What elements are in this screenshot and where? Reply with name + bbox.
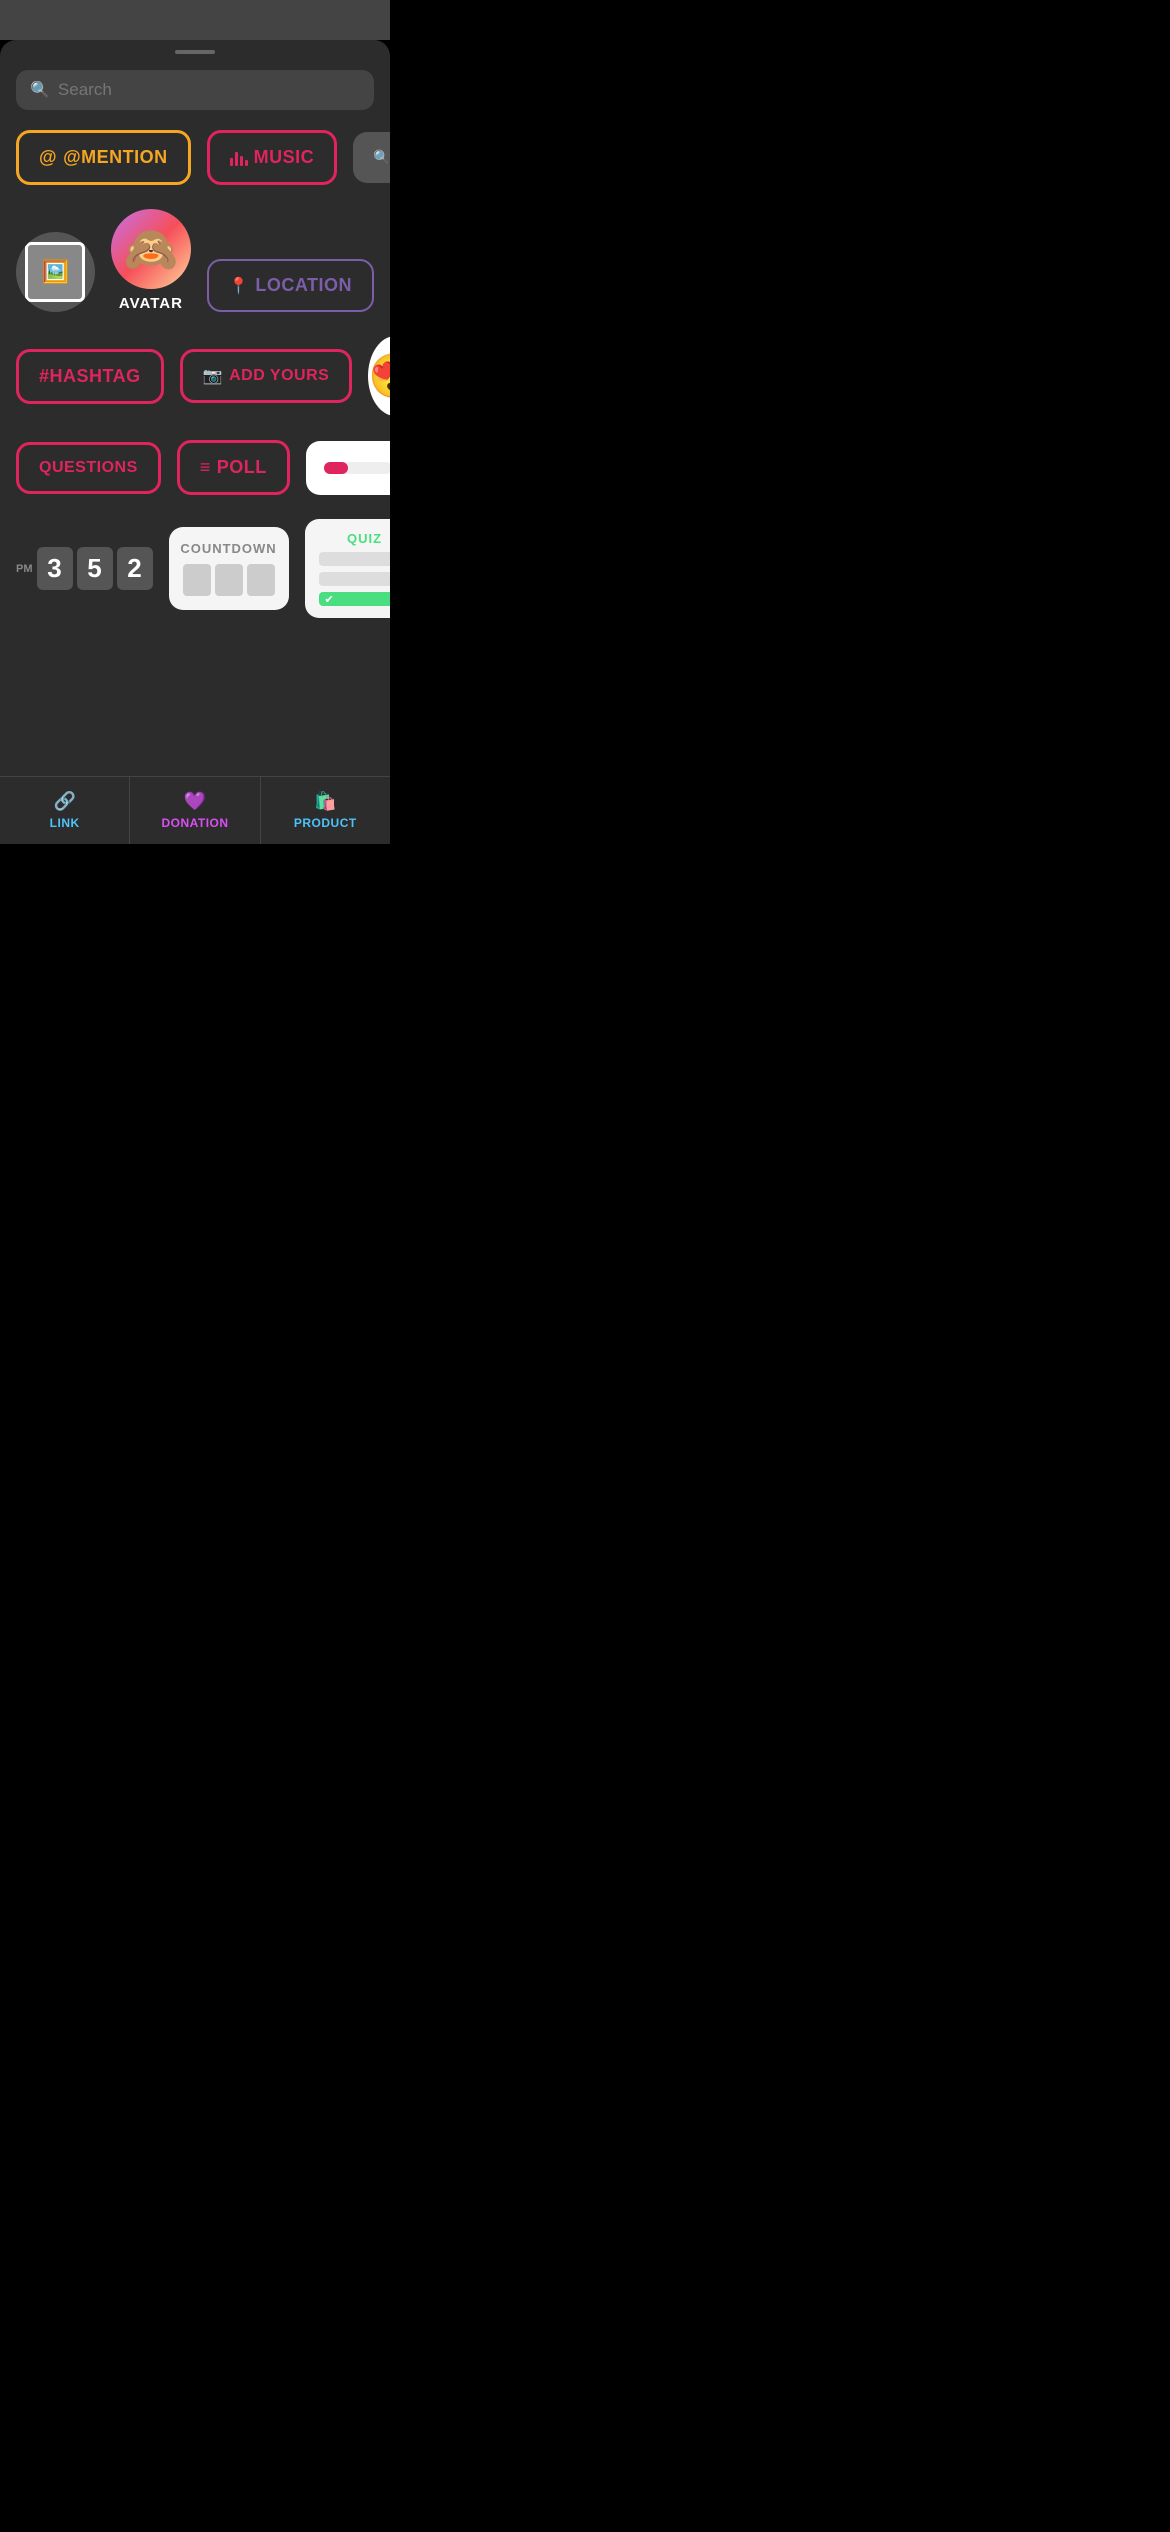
- countdown-digit-3: [247, 564, 275, 596]
- quiz-option-2: [319, 572, 391, 586]
- hashtag-label: #HASHTAG: [39, 366, 141, 387]
- donation-icon: 💜: [184, 791, 206, 812]
- sticker-row-4: QUESTIONS ≡ POLL 😍: [16, 440, 374, 495]
- sticker-sheet: 🔍 @ @MENTION MUSIC: [0, 40, 390, 844]
- sticker-row-5: PM 3 5 2 COUNTDOWN QUIZ ✔: [16, 519, 374, 618]
- search-bar[interactable]: 🔍: [16, 70, 374, 110]
- music-label: MUSIC: [254, 147, 315, 168]
- hashtag-sticker[interactable]: #HASHTAG: [16, 349, 164, 404]
- music-icon: [230, 150, 248, 166]
- emoji-bubble-icon: 😍: [368, 350, 390, 402]
- avatar-sticker[interactable]: 🙈 AVATAR: [111, 209, 191, 312]
- mention-sticker[interactable]: @ @MENTION: [16, 130, 191, 185]
- donation-label: DONATION: [161, 816, 228, 830]
- quiz-option-1: [319, 552, 391, 566]
- search-icon: 🔍: [30, 80, 50, 100]
- countdown-label: COUNTDOWN: [180, 541, 276, 556]
- sticker-row-1: @ @MENTION MUSIC 🔍 GIF: [16, 130, 374, 185]
- gif-search-icon: 🔍: [373, 149, 390, 166]
- slider-sticker[interactable]: 😍: [306, 441, 390, 495]
- questions-sticker[interactable]: QUESTIONS: [16, 442, 161, 494]
- countdown-digit-2: [215, 564, 243, 596]
- sticker-row-2: 🖼️ 🙈 AVATAR 📍 LOCATION: [16, 209, 374, 312]
- questions-label: QUESTIONS: [39, 459, 138, 477]
- tray-item-product[interactable]: 🛍️ PRODUCT: [261, 777, 390, 844]
- tray-item-link[interactable]: 🔗 LINK: [0, 777, 130, 844]
- slider-track: [324, 462, 390, 474]
- gif-sticker[interactable]: 🔍 GIF: [353, 132, 390, 183]
- avatar-image: 🙈: [111, 209, 191, 289]
- countdown-digit-1: [183, 564, 211, 596]
- location-label: LOCATION: [255, 275, 352, 296]
- quiz-sticker[interactable]: QUIZ ✔: [305, 519, 391, 618]
- tray-item-donation[interactable]: 💜 DONATION: [130, 777, 260, 844]
- photo-sticker[interactable]: 🖼️: [16, 232, 95, 312]
- quiz-checkmark-icon: ✔: [325, 593, 334, 606]
- music-sticker[interactable]: MUSIC: [207, 130, 338, 185]
- product-icon: 🛍️: [314, 791, 336, 812]
- mention-label: @MENTION: [63, 147, 168, 168]
- location-pin-icon: 📍: [229, 276, 249, 296]
- clock-hour: 3: [37, 547, 73, 590]
- poll-icon: ≡: [200, 457, 211, 478]
- countdown-sticker[interactable]: COUNTDOWN: [169, 527, 289, 610]
- poll-label: POLL: [217, 457, 267, 478]
- slider-fill: [324, 462, 348, 474]
- product-label: PRODUCT: [294, 816, 357, 830]
- clock-pm-label: PM: [16, 563, 33, 575]
- link-label: LINK: [50, 816, 80, 830]
- addyours-label: ADD YOURS: [229, 367, 329, 385]
- clock-sticker[interactable]: PM 3 5 2: [16, 547, 153, 590]
- bottom-tray: 🔗 LINK 💜 DONATION 🛍️ PRODUCT: [0, 776, 390, 844]
- countdown-digits: [183, 564, 275, 596]
- quiz-option-correct: ✔: [319, 592, 391, 606]
- clock-minute-tens: 5: [77, 547, 113, 590]
- avatar-label: AVATAR: [119, 295, 183, 312]
- sticker-row-3: #HASHTAG 📷 ADD YOURS 😍: [16, 336, 374, 416]
- emoji-bubble-sticker[interactable]: 😍: [368, 336, 390, 416]
- poll-sticker[interactable]: ≡ POLL: [177, 440, 290, 495]
- mention-at: @: [39, 147, 57, 168]
- top-bar: [0, 0, 390, 40]
- addyours-sticker[interactable]: 📷 ADD YOURS: [180, 349, 353, 403]
- clock-minute-ones: 2: [117, 547, 153, 590]
- photo-icon: 🖼️: [25, 242, 85, 302]
- location-sticker[interactable]: 📍 LOCATION: [207, 259, 374, 312]
- stickers-grid: @ @MENTION MUSIC 🔍 GIF: [0, 130, 390, 776]
- camera-icon: 📷: [203, 366, 223, 386]
- link-icon: 🔗: [53, 791, 75, 812]
- search-input[interactable]: [58, 80, 360, 100]
- quiz-label: QUIZ: [319, 531, 391, 546]
- drag-handle[interactable]: [175, 50, 215, 54]
